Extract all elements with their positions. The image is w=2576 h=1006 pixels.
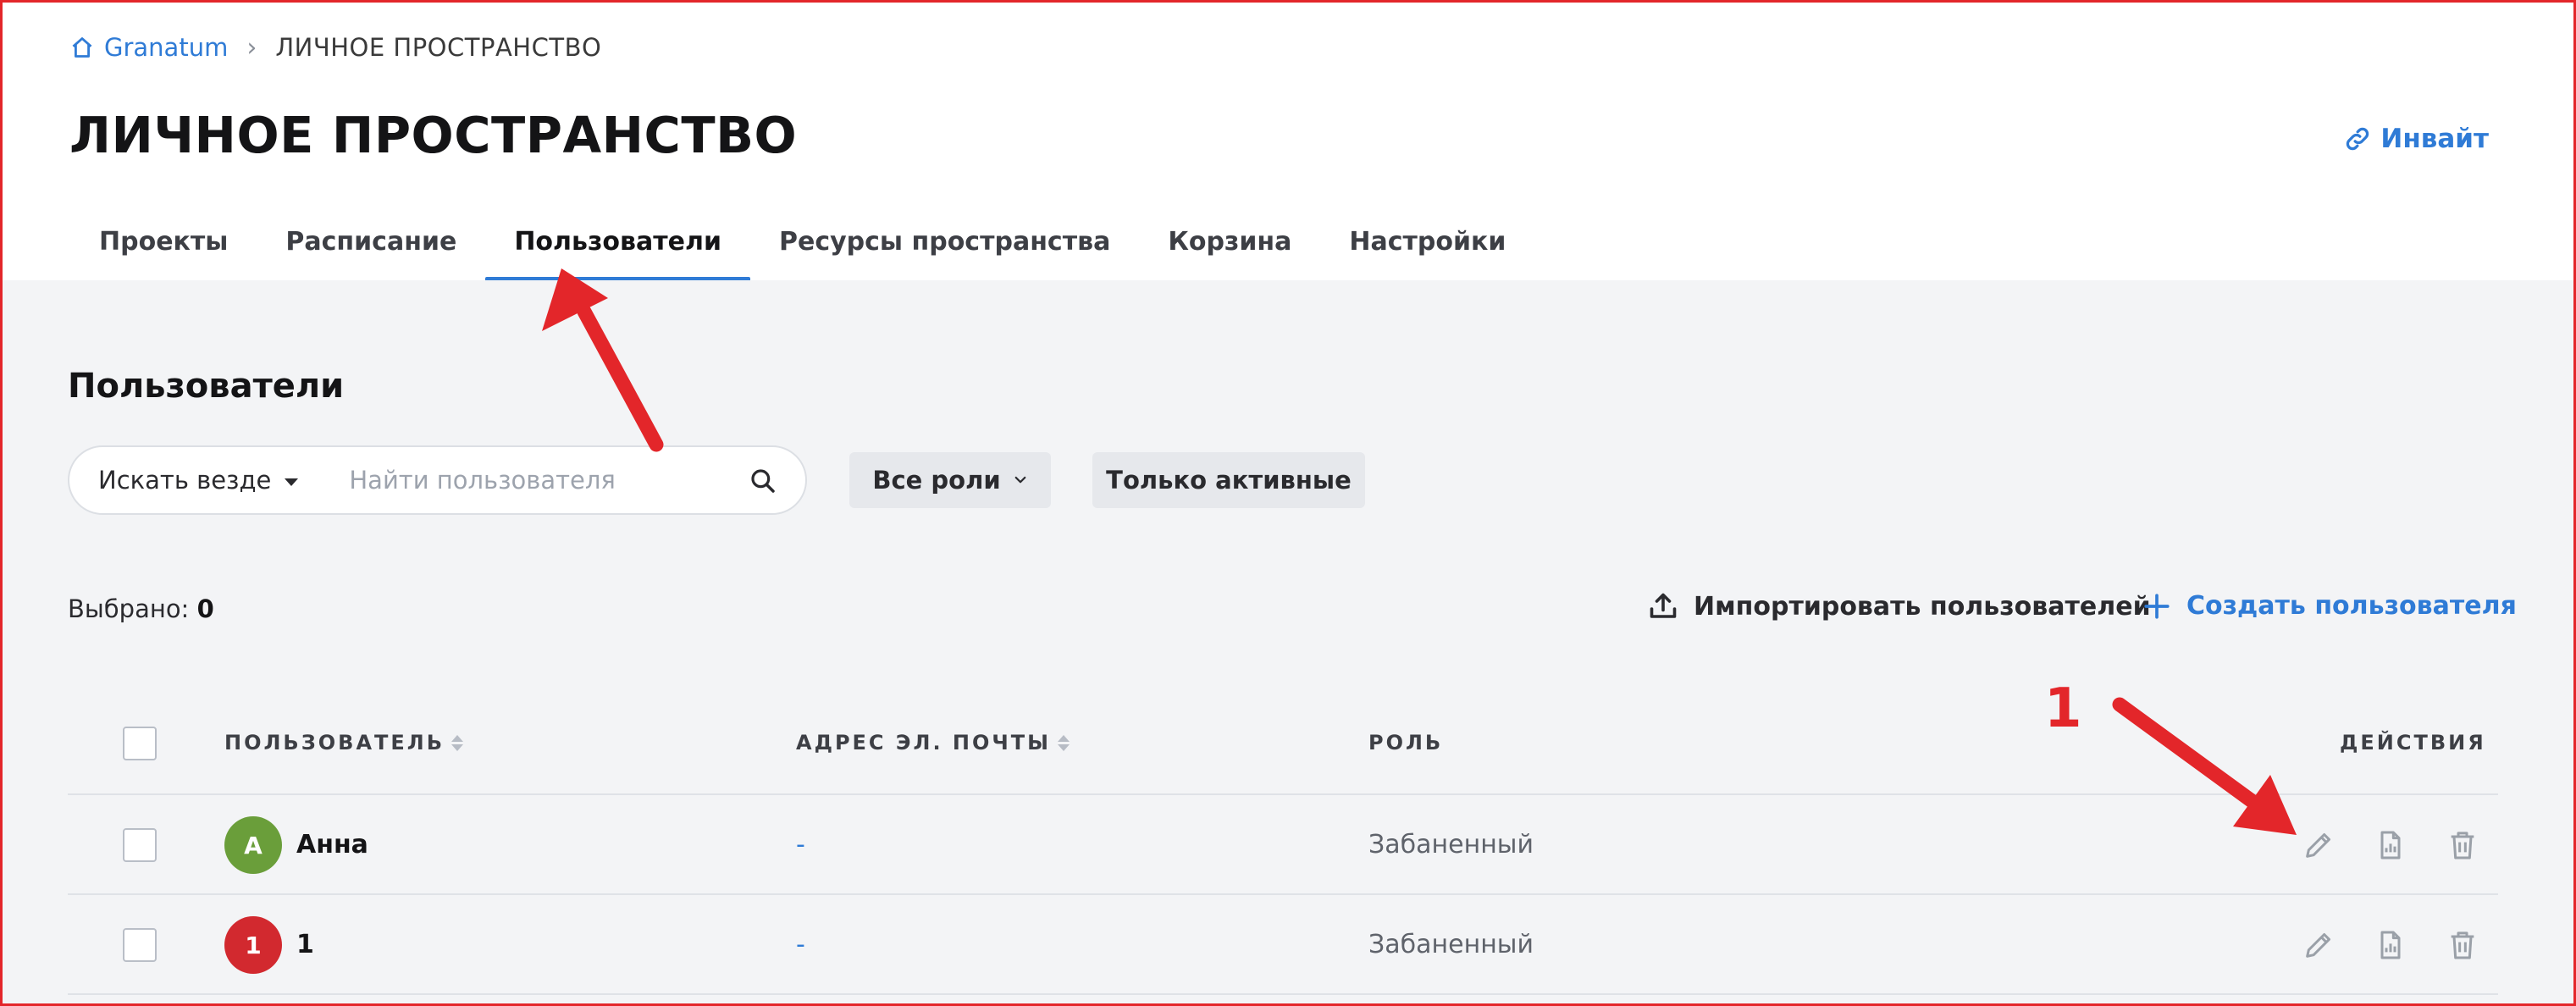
search-scope-dropdown[interactable]: Искать везде	[69, 466, 299, 495]
row-divider	[68, 993, 2498, 995]
column-header-email-label: АДРЕС ЭЛ. ПОЧТЫ	[796, 731, 1052, 754]
column-header-user-label: ПОЛЬЗОВАТЕЛЬ	[224, 731, 445, 754]
invite-label: Инвайт	[2380, 124, 2489, 154]
page-title: ЛИЧНОЕ ПРОСТРАНСТВО	[69, 106, 798, 164]
user-name[interactable]: Анна	[296, 830, 368, 860]
selected-count: Выбрано: 0	[68, 594, 214, 623]
import-users-button[interactable]: Импортировать пользователей	[1648, 591, 2151, 622]
roles-filter-dropdown[interactable]: Все роли	[849, 452, 1051, 508]
trash-icon[interactable]	[2446, 828, 2479, 862]
tab-projects[interactable]: Проекты	[70, 216, 257, 282]
select-all-checkbox[interactable]	[123, 727, 157, 760]
breadcrumb-home-link[interactable]: Granatum	[104, 33, 228, 62]
chevron-down-icon	[1014, 476, 1026, 484]
chevron-right-icon: ›	[246, 32, 257, 63]
avatar: А	[224, 816, 282, 874]
home-icon[interactable]	[70, 36, 94, 59]
edit-icon[interactable]	[2302, 828, 2336, 862]
column-header-email[interactable]: АДРЕС ЭЛ. ПОЧТЫ	[796, 731, 1070, 754]
invite-link[interactable]: Инвайт	[2343, 124, 2489, 154]
column-header-user[interactable]: ПОЛЬЗОВАТЕЛЬ	[224, 731, 464, 754]
tab-trash[interactable]: Корзина	[1139, 216, 1320, 282]
breadcrumb-current: ЛИЧНОЕ ПРОСТРАНСТВО	[275, 33, 602, 62]
report-icon[interactable]	[2374, 928, 2407, 962]
sort-icon	[451, 734, 464, 751]
upload-icon	[1650, 593, 1677, 618]
user-role: Забаненный	[1368, 830, 1534, 860]
selected-count-value: 0	[196, 594, 214, 623]
user-role: Забаненный	[1368, 930, 1534, 959]
active-only-toggle[interactable]: Только активные	[1092, 452, 1365, 508]
search-icon[interactable]	[749, 467, 777, 495]
trash-icon[interactable]	[2446, 928, 2479, 962]
tab-space-resources[interactable]: Ресурсы пространства	[750, 216, 1139, 282]
avatar: 1	[224, 916, 282, 974]
page-header: Granatum › ЛИЧНОЕ ПРОСТРАНСТВО ЛИЧНОЕ ПР…	[3, 3, 2573, 282]
column-header-actions: ДЕЙСТВИЯ	[2340, 731, 2486, 754]
user-email[interactable]: -	[796, 930, 805, 959]
create-user-button[interactable]: Создать пользователя	[2142, 591, 2517, 621]
row-divider	[68, 893, 2498, 895]
create-user-label: Создать пользователя	[2186, 591, 2517, 621]
plus-icon	[2144, 593, 2170, 619]
report-icon[interactable]	[2374, 828, 2407, 862]
search-scope-label: Искать везде	[98, 466, 272, 495]
caret-down-icon	[285, 478, 299, 486]
tab-settings[interactable]: Настройки	[1320, 216, 1534, 282]
tab-schedule[interactable]: Расписание	[257, 216, 485, 282]
sort-icon	[1058, 734, 1070, 751]
row-checkbox[interactable]	[123, 828, 157, 862]
selected-label: Выбрано:	[68, 594, 190, 623]
row-checkbox[interactable]	[123, 928, 157, 962]
tab-bar: Проекты Расписание Пользователи Ресурсы …	[70, 216, 1534, 284]
row-divider	[68, 793, 2498, 795]
import-users-label: Импортировать пользователей	[1694, 591, 2151, 622]
breadcrumb: Granatum › ЛИЧНОЕ ПРОСТРАНСТВО	[70, 30, 601, 64]
search-input[interactable]	[347, 465, 758, 495]
roles-filter-label: Все роли	[872, 466, 1001, 495]
search-box: Искать везде	[68, 445, 807, 515]
link-icon	[2347, 127, 2369, 151]
edit-icon[interactable]	[2302, 928, 2336, 962]
tab-users[interactable]: Пользователи	[485, 216, 750, 282]
user-email[interactable]: -	[796, 830, 805, 860]
section-title: Пользователи	[68, 367, 345, 406]
column-header-role: РОЛЬ	[1368, 731, 1444, 754]
user-name[interactable]: 1	[296, 930, 314, 959]
annotation-number: 1	[2044, 677, 2082, 740]
